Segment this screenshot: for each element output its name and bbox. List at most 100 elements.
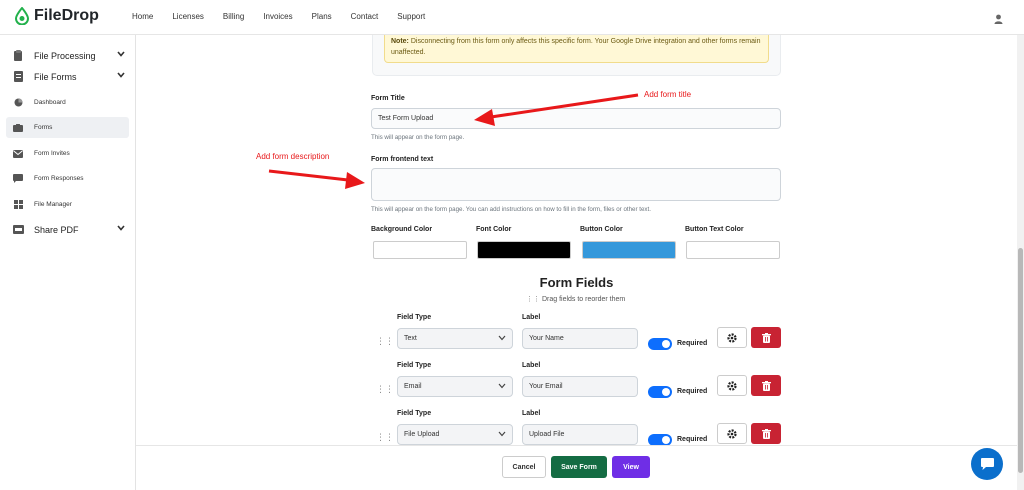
button-text-color-picker[interactable] — [686, 241, 780, 259]
main-content: Note: Disconnecting from this form only … — [136, 35, 1017, 490]
page-scrollbar[interactable] — [1017, 35, 1024, 490]
required-toggle[interactable] — [648, 338, 672, 350]
drag-handle-icon[interactable]: ⋮⋮ — [376, 433, 394, 442]
gear-icon — [727, 380, 737, 391]
required-label: Required — [677, 436, 708, 443]
trash-icon — [761, 428, 771, 439]
top-navbar: FileDrop Home Licenses Billing Invoices … — [0, 0, 1024, 35]
envelope-icon — [11, 149, 25, 158]
field-type-value: File Upload — [404, 431, 440, 438]
nav-support[interactable]: Support — [397, 12, 425, 21]
sidebar-item-file-manager[interactable]: File Manager — [6, 194, 129, 215]
view-button[interactable]: View — [612, 456, 650, 478]
nav-invoices[interactable]: Invoices — [263, 12, 292, 21]
chat-bubble-icon — [980, 457, 994, 470]
sidebar-item-label: Forms — [34, 124, 53, 131]
sidebar-item-label: File Processing — [34, 50, 96, 61]
nav-billing[interactable]: Billing — [223, 12, 244, 21]
button-color-label: Button Color — [580, 226, 623, 233]
chevron-down-icon — [117, 225, 125, 231]
field-settings-button[interactable] — [717, 423, 747, 444]
field-label-input[interactable]: Your Name — [522, 328, 638, 349]
chevron-down-icon — [117, 72, 125, 78]
user-account-icon[interactable] — [994, 11, 1003, 29]
delete-field-button[interactable] — [751, 375, 781, 396]
sidebar-item-form-responses[interactable]: Form Responses — [6, 168, 129, 189]
button-color-picker[interactable] — [582, 241, 676, 259]
field-type-value: Text — [404, 335, 417, 342]
field-label-label: Label — [522, 314, 541, 321]
button-text-color-label: Button Text Color — [685, 226, 744, 233]
cancel-button[interactable]: Cancel — [502, 456, 546, 478]
delete-field-button[interactable] — [751, 327, 781, 348]
file-processing-icon — [11, 50, 25, 61]
sidebar-item-file-forms[interactable]: File Forms — [6, 66, 129, 87]
sidebar-item-forms[interactable]: Forms — [6, 117, 129, 138]
sidebar-item-form-invites[interactable]: Form Invites — [6, 143, 129, 164]
field-label-label: Label — [522, 362, 541, 369]
sidebar-item-share-pdf[interactable]: Share PDF — [6, 219, 129, 240]
field-type-select[interactable]: Email — [397, 376, 513, 397]
main-nav: Home Licenses Billing Invoices Plans Con… — [132, 12, 425, 21]
field-type-label: Field Type — [397, 314, 432, 321]
chevron-down-icon — [117, 51, 125, 57]
gear-icon — [727, 332, 737, 343]
scrollbar-thumb[interactable] — [1018, 248, 1023, 473]
forms-icon — [11, 123, 25, 132]
delete-field-button[interactable] — [751, 423, 781, 444]
chevron-down-icon — [498, 383, 506, 389]
sidebar-item-file-processing[interactable]: File Processing — [6, 45, 129, 66]
form-fields-heading: Form Fields — [539, 275, 614, 290]
field-settings-button[interactable] — [717, 327, 747, 348]
pdf-file-icon — [11, 225, 25, 234]
sidebar-item-label: Dashboard — [34, 99, 66, 106]
chevron-down-icon — [498, 335, 506, 341]
nav-home[interactable]: Home — [132, 12, 153, 21]
required-toggle[interactable] — [648, 386, 672, 398]
brand-name: FileDrop — [34, 7, 99, 24]
sidebar-item-label: File Manager — [34, 201, 72, 208]
font-color-label: Font Color — [476, 226, 512, 233]
font-color-picker[interactable] — [477, 241, 571, 259]
field-label-label: Label — [522, 410, 541, 417]
drag-handle-icon[interactable]: ⋮⋮ — [376, 337, 394, 346]
gear-icon — [727, 428, 737, 439]
sidebar-item-label: Form Responses — [34, 175, 84, 182]
arrow-to-description-icon — [268, 169, 365, 189]
required-label: Required — [677, 340, 708, 347]
comment-icon — [11, 174, 25, 183]
sidebar-item-label: Share PDF — [34, 224, 79, 235]
field-type-label: Field Type — [397, 362, 432, 369]
file-forms-icon — [11, 71, 25, 82]
required-label: Required — [677, 388, 708, 395]
pie-chart-icon — [11, 98, 25, 107]
drag-help: ⋮⋮ Drag fields to reorder them — [526, 295, 625, 303]
field-label-input[interactable]: Upload File — [522, 424, 638, 445]
sidebar-item-label: Form Invites — [34, 150, 70, 157]
background-color-picker[interactable] — [373, 241, 467, 259]
nav-contact[interactable]: Contact — [351, 12, 379, 21]
chevron-down-icon — [498, 431, 506, 437]
field-label-input[interactable]: Your Email — [522, 376, 638, 397]
arrow-to-title-icon — [474, 93, 639, 126]
chat-widget-button[interactable] — [971, 448, 1003, 480]
sidebar: File Processing File Forms Dashboard For… — [0, 35, 136, 490]
drag-handle-icon[interactable]: ⋮⋮ — [376, 385, 394, 394]
annotation-arrows — [268, 93, 639, 189]
brand-logo[interactable]: FileDrop — [14, 7, 99, 25]
background-color-label: Background Color — [371, 226, 433, 233]
field-type-label: Field Type — [397, 410, 432, 417]
trash-icon — [761, 380, 771, 391]
field-settings-button[interactable] — [717, 375, 747, 396]
grid-icon — [11, 200, 25, 209]
trash-icon — [761, 332, 771, 343]
nav-licenses[interactable]: Licenses — [172, 12, 204, 21]
filedrop-logo-icon — [14, 7, 30, 25]
field-type-select[interactable]: File Upload — [397, 424, 513, 445]
sidebar-item-dashboard[interactable]: Dashboard — [6, 92, 129, 113]
form-action-footer: Cancel Save Form View — [136, 445, 1017, 490]
drag-grip-icon: ⋮⋮ — [526, 296, 540, 303]
nav-plans[interactable]: Plans — [312, 12, 332, 21]
field-type-select[interactable]: Text — [397, 328, 513, 349]
save-form-button[interactable]: Save Form — [551, 456, 607, 478]
